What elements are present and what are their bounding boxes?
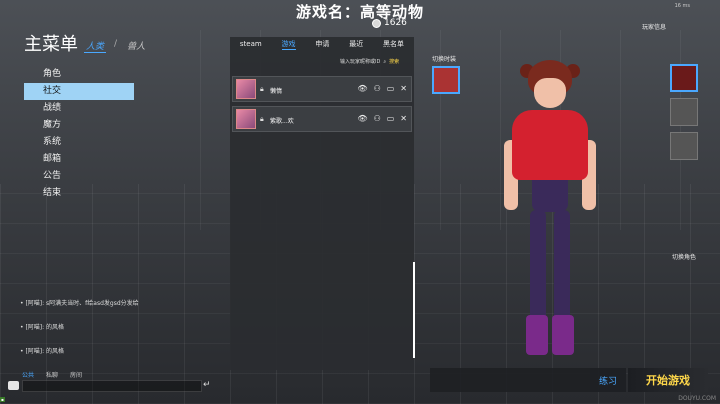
character-slot[interactable] bbox=[670, 64, 698, 92]
chat-message: • [阿喵]: 的风格 bbox=[20, 348, 65, 355]
boot bbox=[552, 315, 574, 355]
friend-name: 懒惰 bbox=[270, 88, 283, 95]
face bbox=[534, 78, 566, 108]
avatar bbox=[236, 79, 256, 99]
menu-item-cube[interactable]: 魔方 bbox=[24, 117, 134, 134]
main-menu-list: 角色 社交 战绩 魔方 系统 邮箱 公告 结束 bbox=[24, 66, 134, 202]
lock-icon: 🔒︎ bbox=[260, 85, 264, 93]
social-tab-steam[interactable]: steam bbox=[240, 40, 262, 48]
watermark: DOUYU.COM bbox=[678, 395, 716, 402]
menu-item-exit[interactable]: 结束 bbox=[24, 185, 134, 202]
social-tabs: steam 游戏 申请 最近 黑名单 bbox=[230, 37, 414, 51]
tab-separator: / bbox=[114, 39, 118, 49]
menu-item-social[interactable]: 社交 bbox=[24, 83, 134, 100]
character-slot[interactable] bbox=[670, 98, 698, 126]
social-tab-blacklist[interactable]: 黑名单 bbox=[383, 39, 404, 49]
character-slot[interactable] bbox=[670, 132, 698, 160]
enter-icon[interactable]: ↵ bbox=[203, 380, 211, 390]
character-model bbox=[490, 60, 610, 360]
coin-amount: 1626 bbox=[384, 18, 407, 28]
menu-item-announcement[interactable]: 公告 bbox=[24, 168, 134, 185]
chat-log: • [阿喵]: s阿满夫当时、f给asd发gsd分发给 • [阿喵]: 的风格 … bbox=[20, 298, 200, 370]
menu-item-records[interactable]: 战绩 bbox=[24, 100, 134, 117]
tab-orc[interactable]: 兽人 bbox=[125, 39, 147, 53]
bottom-bar bbox=[430, 368, 590, 392]
boot bbox=[526, 315, 548, 355]
player-info-button[interactable]: 玩家信息 bbox=[642, 22, 666, 31]
add-friend-icon[interactable]: ⚇ bbox=[374, 114, 381, 123]
menu-item-character[interactable]: 角色 bbox=[24, 66, 134, 83]
leg bbox=[530, 210, 546, 330]
red-jacket bbox=[512, 110, 588, 180]
start-game-button[interactable]: 开始游戏 bbox=[628, 368, 708, 392]
chat-message: • [阿喵]: s阿满夫当时、f给asd发gsd分发给 bbox=[20, 300, 139, 307]
close-icon[interactable]: ✕ bbox=[400, 84, 407, 93]
friend-name: 紫歌...欢 bbox=[270, 118, 294, 125]
search-button[interactable]: 搜索 bbox=[389, 58, 399, 65]
chat-bubble-icon[interactable] bbox=[8, 381, 19, 390]
message-icon[interactable]: ▭ bbox=[387, 114, 395, 123]
search-input[interactable]: 输入玩家昵称或ID bbox=[340, 58, 380, 65]
chat-tab-private[interactable]: 私聊 bbox=[46, 370, 58, 379]
coin-balance: 1626 bbox=[372, 18, 407, 28]
social-scrollbar[interactable] bbox=[413, 262, 415, 358]
game-title: 游戏名：高等动物 bbox=[295, 3, 424, 21]
social-tab-requests[interactable]: 申请 bbox=[315, 39, 329, 49]
chat-input[interactable] bbox=[22, 380, 202, 392]
friend-row[interactable]: 🔒︎ 紫歌...欢 👁︎ ⚇ ▭ ✕ bbox=[232, 106, 412, 132]
costume-label: 切换时装 bbox=[432, 56, 457, 63]
chat-message: • [阿喵]: 的风格 bbox=[20, 324, 65, 331]
social-tab-recent[interactable]: 最近 bbox=[349, 39, 363, 49]
add-friend-icon[interactable]: ⚇ bbox=[374, 84, 381, 93]
avatar bbox=[236, 109, 256, 129]
friend-actions: 👁︎ ⚇ ▭ ✕ bbox=[357, 84, 407, 93]
coin-icon bbox=[372, 18, 381, 28]
race-tabs: 人类 / 兽人 bbox=[84, 39, 147, 53]
chat-tabs: 公共 私聊 房间 bbox=[22, 370, 82, 379]
message-icon[interactable]: ▭ bbox=[387, 84, 395, 93]
fps-indicator: ▪ bbox=[0, 397, 5, 402]
practice-button[interactable]: 练习 bbox=[590, 368, 626, 392]
watch-icon[interactable]: 👁︎ bbox=[357, 84, 367, 93]
watch-icon[interactable]: 👁︎ bbox=[357, 114, 367, 123]
menu-item-mailbox[interactable]: 邮箱 bbox=[24, 151, 134, 168]
friend-row[interactable]: 🔒︎ 懒惰 👁︎ ⚇ ▭ ✕ bbox=[232, 76, 412, 102]
close-icon[interactable]: ✕ bbox=[400, 114, 407, 123]
ping-readout: 16 ms bbox=[674, 3, 690, 9]
costume-slot[interactable] bbox=[432, 66, 460, 94]
tab-human[interactable]: 人类 bbox=[84, 39, 107, 53]
switch-character-label: 切换角色 bbox=[672, 254, 697, 261]
menu-item-system[interactable]: 系统 bbox=[24, 134, 134, 151]
leg bbox=[554, 210, 570, 330]
chat-tab-room[interactable]: 房间 bbox=[70, 370, 82, 379]
social-tab-game[interactable]: 游戏 bbox=[281, 39, 296, 50]
chat-tab-public[interactable]: 公共 bbox=[22, 370, 34, 379]
main-menu-title: 主菜单 bbox=[24, 34, 78, 55]
friend-actions: 👁︎ ⚇ ▭ ✕ bbox=[357, 114, 407, 123]
search-icon[interactable]: ⌕ bbox=[383, 59, 386, 65]
friend-search: 输入玩家昵称或ID ⌕ 搜索 bbox=[340, 58, 399, 66]
lock-icon: 🔒︎ bbox=[260, 115, 264, 123]
